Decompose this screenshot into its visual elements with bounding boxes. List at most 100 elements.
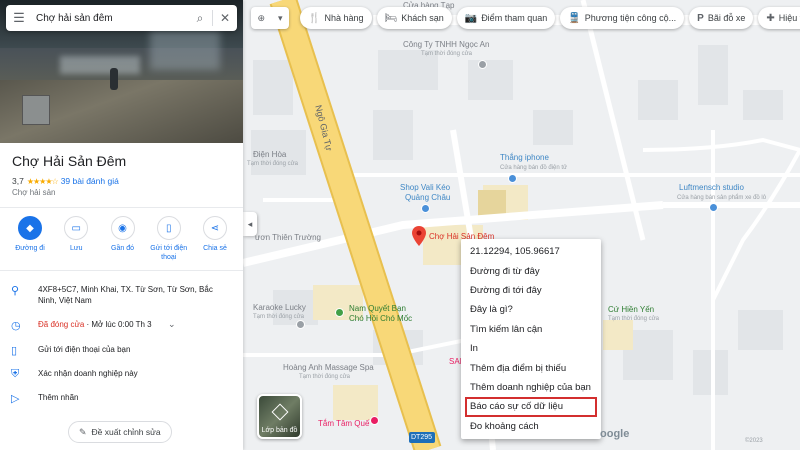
divider	[0, 270, 243, 271]
search-icon[interactable]: ⌕	[188, 11, 212, 26]
map-copyright: ©2023	[745, 438, 763, 444]
lock-icon[interactable]: ⊕	[257, 13, 265, 24]
photo-crate	[22, 95, 50, 125]
photo-person	[110, 68, 118, 90]
chip-transit[interactable]: 🚆 Phương tiện công cộ...	[560, 7, 685, 29]
ctx-measure-distance[interactable]: Đo khoảng cách	[461, 417, 601, 436]
label-icon: ▷	[11, 393, 20, 405]
share-button[interactable]: ⋖ Chia sẻ	[195, 216, 235, 262]
poi-nam-quyet[interactable]: Nam Quyết Bạn	[349, 304, 406, 313]
restaurant-icon: 🍴	[308, 12, 321, 24]
nearby-button[interactable]: ◉ Gần đó	[103, 216, 143, 262]
ctx-print[interactable]: In	[461, 339, 601, 358]
poi-thien-truong[interactable]: ươn Thiên Trường	[255, 233, 321, 242]
place-panel: ☰ Chợ hải sản đêm ⌕ ✕ Chợ Hải Sản Đêm 3,…	[0, 0, 243, 450]
transit-icon: 🚆	[568, 12, 581, 24]
poi-thang-iphone[interactable]: Thắng iphone	[500, 153, 549, 162]
action-buttons: ◆ Đường đi ▭ Lưu ◉ Gần đó ▯ Gửi tới điện…	[10, 216, 235, 262]
chip-label: Điểm tham quan	[481, 13, 548, 23]
star-rating-icon: ★★★★☆	[26, 176, 59, 186]
poi-tam-tam[interactable]: Tắm Tâm Quế	[318, 419, 369, 428]
poi-sal[interactable]: SAI	[449, 357, 462, 366]
poi-dien-hoa[interactable]: Điện Hòa	[253, 150, 286, 159]
reviews-link[interactable]: 39 bài đánh giá	[61, 176, 119, 186]
poi-shop-vali-line2: Quảng Châu	[405, 193, 451, 202]
place-rating: 3,7 ★★★★☆ 39 bài đánh giá	[12, 176, 119, 186]
place-category[interactable]: Chợ hải sản	[12, 188, 56, 197]
chip-label: Bãi đỗ xe	[707, 13, 746, 23]
poi-karaoke-pin[interactable]	[296, 320, 305, 329]
ctx-whats-here[interactable]: Đây là gì?	[461, 300, 601, 319]
ctx-report-data-problem[interactable]: Báo cáo sự cố dữ liệu	[465, 397, 597, 417]
action-label: Đường đi	[15, 245, 45, 252]
poi-luftmensch[interactable]: Luftmensch studio	[679, 183, 744, 192]
directions-button[interactable]: ◆ Đường đi	[10, 216, 50, 262]
action-label: Gần đó	[111, 245, 134, 252]
google-logo: oogle	[600, 428, 630, 440]
chip-restaurant[interactable]: 🍴 Nhà hàng	[300, 7, 372, 29]
poi-nam-quyet-line2: Chó Hồi Chó Mốc	[349, 314, 413, 323]
ctx-coordinates[interactable]: 21.12294, 105.96617	[461, 242, 601, 261]
close-icon[interactable]: ✕	[213, 11, 237, 25]
chip-attraction[interactable]: 📷 Điểm tham quan	[456, 7, 556, 29]
chip-pharmacy[interactable]: ✚ Hiệu thuốc	[758, 7, 800, 29]
chip-parking[interactable]: P Bãi đỗ xe	[689, 7, 754, 29]
ctx-search-nearby[interactable]: Tìm kiếm lân cận	[461, 320, 601, 339]
photo-light	[60, 56, 140, 74]
poi-luftmensch-pin[interactable]	[709, 203, 718, 212]
address-row[interactable]: ⚲ 4XF8+5C7, Minh Khai, TX. Từ Sơn, Từ Sơ…	[0, 284, 243, 306]
ctx-directions-to[interactable]: Đường đi tới đây	[461, 281, 601, 300]
category-chips: 🍴 Nhà hàng 🛏 Khách sạn 📷 Điểm tham quan …	[300, 7, 800, 29]
hours-row[interactable]: ◷ Đã đóng cửa · Mở lúc 0:00 Th 3 ⌄	[0, 319, 243, 332]
save-button[interactable]: ▭ Lưu	[56, 216, 96, 262]
hotel-icon: 🛏	[384, 12, 398, 24]
poi-hoang-anh-status: Tạm thời đóng cửa	[299, 374, 350, 380]
poi-dien-hoa-status: Tạm thời đóng cửa	[247, 161, 298, 167]
ctx-directions-from[interactable]: Đường đi từ đây	[461, 261, 601, 280]
poi-shop-vali-pin[interactable]	[421, 204, 430, 213]
action-label: Chia sẻ	[203, 245, 227, 252]
collapse-panel-button[interactable]: ◂	[243, 212, 257, 236]
chevron-down-icon[interactable]: ▾	[278, 13, 283, 24]
claim-business-row[interactable]: ⛨ Xác nhận doanh nghiệp này	[0, 368, 243, 381]
layers-button[interactable]: Lớp bản đồ	[257, 394, 302, 439]
send-to-phone-button[interactable]: ▯ Gửi tới điện thoại	[149, 216, 189, 262]
poi-ngoc-an[interactable]: Công Ty TNHH Ngọc An	[403, 40, 489, 49]
directions-icon: ◆	[18, 216, 42, 240]
send-phone-text: Gửi tới điện thoại của bạn	[38, 345, 131, 354]
chevron-down-icon[interactable]: ⌄	[168, 319, 176, 330]
rating-value: 3,7	[12, 176, 24, 186]
map-context-menu: 21.12294, 105.96617 Đường đi từ đây Đườn…	[461, 239, 601, 439]
poi-tam-tam-pin[interactable]	[370, 416, 379, 425]
ctx-add-business[interactable]: Thêm doanh nghiệp của bạn	[461, 378, 601, 397]
layers-label: Lớp bản đồ	[261, 427, 298, 434]
suggest-edit-button[interactable]: ✎ Đề xuất chỉnh sửa	[68, 421, 172, 443]
location-pin-icon: ⚲	[11, 285, 20, 297]
poi-nam-quyet-pin[interactable]	[335, 308, 344, 317]
map-util-buttons[interactable]: ⊕ ▾	[251, 7, 289, 29]
pharmacy-icon: ✚	[766, 12, 775, 24]
poi-ngoc-an-pin[interactable]	[478, 60, 487, 69]
poi-shop-vali[interactable]: Shop Vali Kéo	[400, 183, 450, 192]
menu-icon[interactable]: ☰	[6, 10, 32, 26]
divider	[0, 207, 243, 208]
label-text: Thêm nhãn	[38, 393, 79, 402]
send-to-phone-row[interactable]: ▯ Gửi tới điện thoại của bạn	[0, 344, 243, 357]
bookmark-icon: ▭	[64, 216, 89, 240]
hours-text: Đã đóng cửa · Mở lúc 0:00 Th 3	[38, 319, 243, 330]
poi-luftmensch-category: Cửa hàng bán sản phẩm xe đồ lô	[677, 195, 767, 201]
poi-karaoke[interactable]: Karaoke Lucky	[253, 303, 306, 312]
ctx-add-missing-place[interactable]: Thêm địa điểm bị thiếu	[461, 358, 601, 377]
place-marker-icon[interactable]	[412, 226, 426, 246]
suggest-edit-label: Đề xuất chỉnh sửa	[91, 427, 161, 437]
phone-icon: ▯	[11, 345, 18, 357]
poi-hoang-anh[interactable]: Hoàng Anh Massage Spa	[283, 363, 374, 372]
chip-label: Khách sạn	[401, 13, 444, 23]
search-input[interactable]: Chợ hải sản đêm	[32, 13, 188, 24]
poi-hien-yen[interactable]: Cứ Hiền Yến	[608, 305, 654, 314]
chevron-left-icon: ◂	[247, 218, 253, 229]
add-label-row[interactable]: ▷ Thêm nhãn	[0, 392, 243, 405]
chip-label: Phương tiện công cộ...	[584, 13, 677, 23]
chip-hotel[interactable]: 🛏 Khách sạn	[376, 7, 452, 29]
poi-thang-iphone-pin[interactable]	[508, 174, 517, 183]
